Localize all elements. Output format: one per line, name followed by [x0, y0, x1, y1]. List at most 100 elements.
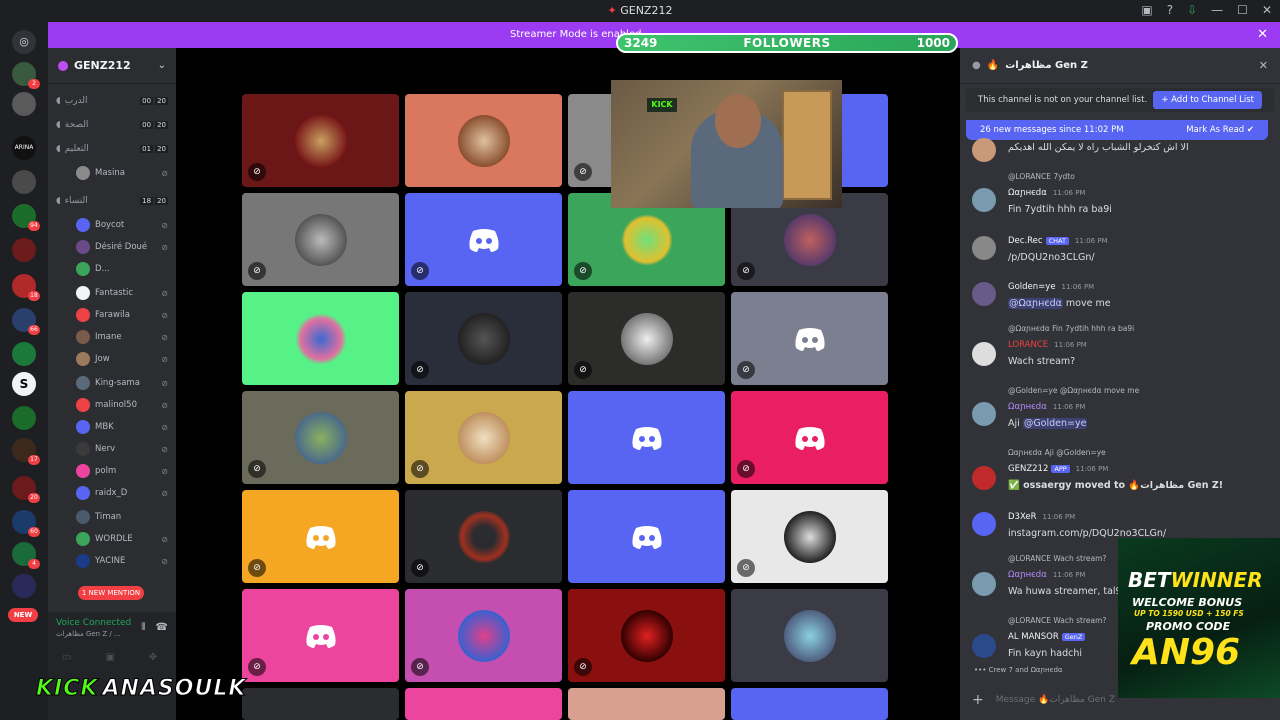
server-icon[interactable]: [12, 170, 36, 194]
message-input[interactable]: Message 🔥مظاهرات Gen Z: [996, 695, 1115, 705]
inbox-icon[interactable]: ▣: [1141, 3, 1152, 17]
voice-member[interactable]: Imane ⊘: [76, 328, 168, 346]
new-mention-pill[interactable]: 1 NEW MENTION: [78, 586, 144, 600]
reply-reference[interactable]: @Golden=ye @Ωαɲнєdα move me: [1008, 386, 1139, 395]
noise-suppression-icon[interactable]: ⦀: [141, 622, 145, 633]
server-icon[interactable]: ARINA: [12, 136, 36, 160]
participant-tile[interactable]: ⊘: [242, 391, 399, 484]
chat-message[interactable]: @LORANCE 7ydto Ωαɲнєdα 11:06 PM Fin 7ydti…: [960, 172, 1280, 216]
participant-tile[interactable]: ⊘: [405, 589, 562, 682]
voice-member[interactable]: polm ⊘: [76, 462, 168, 480]
server-icon[interactable]: 66: [12, 308, 40, 335]
close-chat-icon[interactable]: ✕: [1259, 59, 1268, 72]
participant-tile[interactable]: [405, 688, 562, 720]
participant-tile[interactable]: [242, 292, 399, 385]
add-attachment-icon[interactable]: +: [972, 692, 984, 708]
voice-member[interactable]: D...: [76, 260, 168, 278]
voice-member[interactable]: Farawila ⊘: [76, 306, 168, 324]
voice-member[interactable]: Masina ⊘: [76, 164, 168, 182]
server-icon[interactable]: [12, 238, 36, 262]
participant-tile[interactable]: ⊘: [731, 490, 888, 583]
participant-tile[interactable]: ⊘: [731, 391, 888, 484]
participant-tile[interactable]: ⊘: [405, 490, 562, 583]
participant-tile[interactable]: ⊘: [405, 391, 562, 484]
server-icon[interactable]: 2: [12, 62, 40, 89]
minimize-button[interactable]: —: [1211, 3, 1223, 17]
voice-member[interactable]: malinol50 ⊘: [76, 396, 168, 414]
guild-header[interactable]: GENZ212 ⌄: [48, 48, 176, 84]
download-icon[interactable]: ⇩: [1187, 3, 1197, 17]
voice-channel-label[interactable]: مظاهرات Gen Z / ...: [56, 630, 121, 638]
voice-channel[interactable]: ◖ التعليم 01 20: [56, 140, 168, 158]
server-icon[interactable]: [12, 92, 36, 116]
participant-tile[interactable]: ⊘: [242, 94, 399, 187]
discord-home-icon[interactable]: ◎: [12, 30, 36, 54]
voice-member[interactable]: Jow ⊘: [76, 350, 168, 368]
participant-tile[interactable]: ⊘: [731, 292, 888, 385]
voice-member[interactable]: MBK ⊘: [76, 418, 168, 436]
participant-tile[interactable]: [568, 391, 725, 484]
server-icon[interactable]: [12, 406, 36, 430]
participant-tile[interactable]: ⊘: [242, 193, 399, 286]
chat-message[interactable]: @Ωαɲнєdα Fin 7ydtih hhh ra ba9i LORANCE 1…: [960, 324, 1280, 372]
server-icon[interactable]: 94: [12, 204, 40, 231]
voice-member[interactable]: Fantastic ⊘: [76, 284, 168, 302]
participant-tile[interactable]: ⊘: [242, 490, 399, 583]
voice-channel[interactable]: ◖ الدرب 00 20: [56, 92, 168, 110]
chat-message[interactable]: Golden=ye 11:06 PM @Ωαɲнєdα move me: [960, 280, 1280, 314]
server-icon[interactable]: 18: [12, 274, 40, 301]
participant-tile[interactable]: [242, 688, 399, 720]
voice-member[interactable]: raidx_D ⊘: [76, 484, 168, 502]
server-icon[interactable]: 20: [12, 476, 40, 503]
participant-tile[interactable]: [731, 589, 888, 682]
close-banner-icon[interactable]: ✕: [1257, 27, 1268, 42]
reply-reference[interactable]: @LORANCE 7ydto: [1008, 172, 1075, 181]
participant-tile[interactable]: ⊘: [242, 589, 399, 682]
chat-message[interactable]: @Golden=ye @Ωαɲнєdα move me Ωαɲнєdα 11:06…: [960, 386, 1280, 434]
server-icon[interactable]: [12, 574, 36, 598]
add-to-channel-list-button[interactable]: + Add to Channel List: [1153, 91, 1262, 109]
voice-member[interactable]: Désiré Doué ⊘: [76, 238, 168, 256]
chat-message[interactable]: Ωαɲнєdα Aji @Golden=ye GENZ212 APP 11:06 P…: [960, 448, 1280, 494]
participant-tile[interactable]: ⊘: [568, 589, 725, 682]
reply-reference[interactable]: @Ωαɲнєdα Fin 7ydtih hhh ra ba9i: [1008, 324, 1134, 333]
voice-member[interactable]: Timan: [76, 508, 168, 526]
voice-channel[interactable]: ◖ النساء 18 20: [56, 192, 168, 210]
new-messages-bar[interactable]: 26 new messages since 11:02 PM Mark As R…: [966, 120, 1268, 140]
activity-icon[interactable]: ✥: [149, 652, 157, 663]
server-icon[interactable]: 60: [12, 510, 40, 537]
server-icon[interactable]: S: [12, 372, 36, 396]
voice-member[interactable]: Boycot ⊘: [76, 216, 168, 234]
participant-tile[interactable]: ⊘: [405, 193, 562, 286]
voice-member[interactable]: YACINE ⊘: [76, 552, 168, 570]
reply-reference[interactable]: Ωαɲнєdα Aji @Golden=ye: [1008, 448, 1106, 457]
user-mention[interactable]: @Golden=ye: [1022, 418, 1088, 429]
participant-tile[interactable]: [731, 688, 888, 720]
maximize-button[interactable]: ☐: [1237, 3, 1248, 17]
help-icon[interactable]: ?: [1167, 3, 1173, 17]
voice-member[interactable]: King-sama ⊘: [76, 374, 168, 392]
participant-tile[interactable]: ⊘: [568, 292, 725, 385]
voice-channel[interactable]: ◖ الصحة 00 20: [56, 116, 168, 134]
server-icon[interactable]: 4: [12, 542, 40, 569]
participant-tile[interactable]: [568, 688, 725, 720]
participant-tile[interactable]: ⊘: [405, 292, 562, 385]
screen-share-icon[interactable]: ▣: [105, 652, 114, 663]
reply-reference[interactable]: @LORANCE Wach stream?: [1008, 554, 1106, 563]
server-icon[interactable]: 17: [12, 438, 40, 465]
participant-tile[interactable]: [405, 94, 562, 187]
user-mention[interactable]: @Ωαɲнєdα: [1008, 298, 1063, 309]
close-window-button[interactable]: ✕: [1262, 3, 1272, 17]
voice-member[interactable]: Nerv ⊘: [76, 440, 168, 458]
chat-message[interactable]: Dec.Rec CHAT 11:06 PM /p/DQU2no3CLGn/: [960, 234, 1280, 268]
mark-as-read-button[interactable]: Mark As Read ✔: [1186, 125, 1254, 135]
voice-member[interactable]: WORDLE ⊘: [76, 530, 168, 548]
disconnect-icon[interactable]: ☎: [156, 622, 168, 633]
camera-icon[interactable]: ▭: [62, 652, 71, 663]
chevron-down-icon: ⌄: [157, 60, 166, 71]
server-icon[interactable]: [12, 342, 36, 366]
new-servers-pill[interactable]: NEW: [8, 608, 38, 622]
participant-tile[interactable]: [568, 490, 725, 583]
reply-reference[interactable]: @LORANCE Wach stream?: [1008, 616, 1106, 625]
chat-message[interactable]: الا اش كتخرلو الشباب راه لا يمكن الله اه…: [960, 138, 1280, 162]
